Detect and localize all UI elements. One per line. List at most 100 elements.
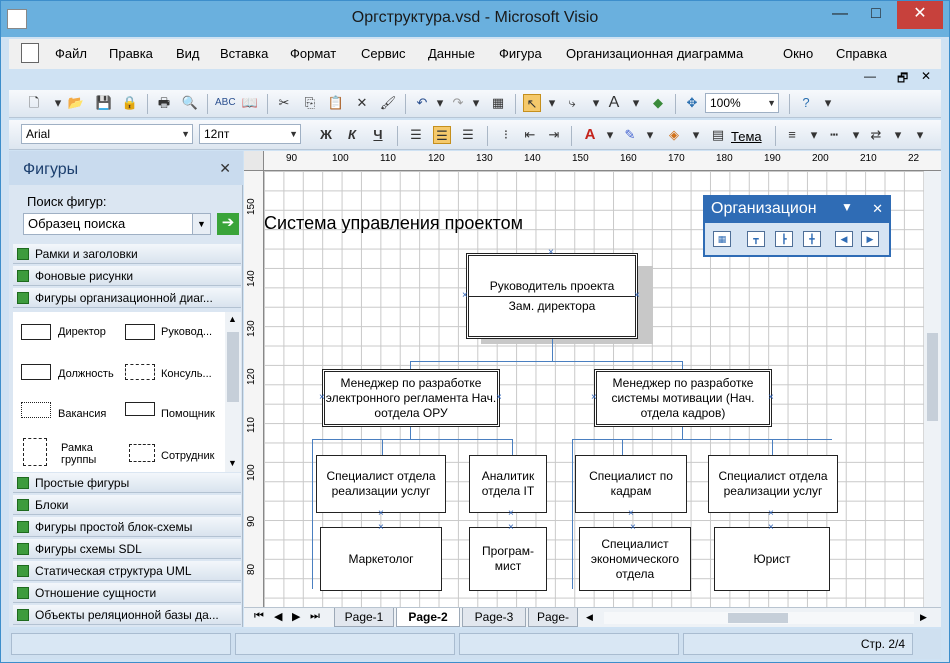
horizontal-scrollbar[interactable]: [604, 612, 914, 624]
align-center-icon[interactable]: ☰: [433, 126, 451, 144]
org-toolbar-titlebar[interactable]: Организацион ▼ ✕: [705, 197, 889, 223]
staff-shape-icon[interactable]: [129, 444, 155, 462]
connector-tool-icon[interactable]: ⤷: [563, 94, 581, 112]
prev-page-icon[interactable]: ◀: [274, 610, 282, 623]
search-shapes-input[interactable]: Образец поиска ▼: [23, 213, 211, 235]
scroll-right-icon[interactable]: ▶: [920, 612, 927, 623]
vertical-ruler[interactable]: 150 140 130 120 110 100 90 80: [244, 171, 264, 607]
format-painter-icon[interactable]: 🖌: [379, 94, 397, 112]
org-box-staff[interactable]: Аналитик отдела IT: [469, 455, 547, 513]
line-ends-icon[interactable]: ⇄: [867, 126, 885, 144]
diagram-title[interactable]: Система управления проектом: [264, 213, 523, 234]
connector-dropdown-icon[interactable]: ▾: [587, 94, 605, 112]
print-preview-icon[interactable]: 🔍: [181, 94, 199, 112]
tab-page-2[interactable]: Page-2: [396, 608, 460, 627]
stencil-backgrounds[interactable]: Фоновые рисунки: [13, 266, 241, 286]
stencil-basic-shapes[interactable]: Простые фигуры: [13, 473, 241, 493]
org-box-staff[interactable]: Юрист: [714, 527, 830, 591]
stencil-database-objects[interactable]: Объекты реляционной базы да...: [13, 605, 241, 625]
save-icon[interactable]: 💾: [95, 94, 113, 112]
bullets-icon[interactable]: ⁝: [497, 126, 515, 144]
doc-minimize-button[interactable]: —: [864, 69, 876, 83]
bold-button[interactable]: Ж: [317, 126, 335, 144]
layout-icon[interactable]: ▦: [713, 231, 731, 247]
pointer-tool-icon[interactable]: ↖: [523, 94, 541, 112]
paste-icon[interactable]: 📋: [327, 94, 345, 112]
text-tool-icon[interactable]: A: [605, 94, 623, 112]
stencil-uml-static[interactable]: Статическая структура UML: [13, 561, 241, 581]
new-dropdown-icon[interactable]: ▾: [49, 94, 67, 112]
search-go-button[interactable]: ➔: [217, 213, 239, 235]
document-icon[interactable]: [21, 43, 39, 63]
assistant-shape-icon[interactable]: [125, 402, 155, 416]
increase-indent-icon[interactable]: ⇥: [545, 126, 563, 144]
spelling-icon[interactable]: ABC: [215, 94, 236, 112]
pan-zoom-icon[interactable]: ✥: [683, 94, 701, 112]
position-shape-icon[interactable]: [21, 364, 51, 380]
zoom-combo[interactable]: 100% ▼: [705, 93, 779, 113]
org-box-staff[interactable]: Специалист экономического отдела: [579, 527, 691, 591]
horizontal-layout-icon[interactable]: ┳: [747, 231, 765, 247]
next-page-icon[interactable]: ▶: [292, 610, 300, 623]
chevron-down-icon[interactable]: ▼: [228, 458, 237, 468]
menu-org-chart[interactable]: Организационная диаграмма: [566, 46, 743, 61]
manager-shape-icon[interactable]: [125, 324, 155, 340]
scrollbar-thumb[interactable]: [728, 613, 788, 623]
move-left-icon[interactable]: ◀: [835, 231, 853, 247]
vertical-layout-icon[interactable]: ┣: [775, 231, 793, 247]
italic-button[interactable]: К: [343, 126, 361, 144]
last-page-icon[interactable]: ⏭: [310, 610, 320, 623]
chevron-down-icon[interactable]: ▼: [192, 214, 210, 234]
stamp-tool-icon[interactable]: ◆: [649, 94, 667, 112]
side-by-side-layout-icon[interactable]: ╋: [803, 231, 821, 247]
undo-dropdown-icon[interactable]: ▾: [431, 94, 449, 112]
permission-icon[interactable]: 🔒: [121, 94, 139, 112]
doc-close-button[interactable]: ✕: [921, 69, 931, 83]
print-icon[interactable]: 🖶: [155, 94, 173, 112]
font-color-dropdown-icon[interactable]: ▾: [601, 126, 619, 144]
maximize-button[interactable]: □: [859, 1, 893, 29]
menu-data[interactable]: Данные: [428, 46, 475, 61]
open-icon[interactable]: 📂: [67, 94, 85, 112]
line-weight-dropdown-icon[interactable]: ▾: [805, 126, 823, 144]
close-icon[interactable]: ✕: [219, 160, 231, 177]
tab-page-3[interactable]: Page-3: [462, 608, 526, 627]
cut-icon[interactable]: ✂: [275, 94, 293, 112]
close-button[interactable]: ✕: [897, 1, 943, 29]
text-dropdown-icon[interactable]: ▾: [627, 94, 645, 112]
undo-icon[interactable]: ↶: [413, 94, 431, 112]
decrease-indent-icon[interactable]: ⇤: [521, 126, 539, 144]
line-pattern-icon[interactable]: ┅: [825, 126, 843, 144]
horizontal-ruler[interactable]: 90 100 110 120 130 140 150 160 170 180 1…: [264, 151, 941, 171]
org-box-staff[interactable]: Специалист по кадрам: [575, 455, 687, 513]
fill-color-dropdown-icon[interactable]: ▾: [687, 126, 705, 144]
minimize-button[interactable]: —: [823, 1, 857, 29]
stencil-frames-titles[interactable]: Рамки и заголовки: [13, 244, 241, 264]
scroll-left-icon[interactable]: ◀: [586, 612, 593, 623]
org-box-project-manager[interactable]: Руководитель проекта Зам. директора: [466, 253, 638, 339]
first-page-icon[interactable]: ⏮: [254, 610, 264, 623]
org-box-staff[interactable]: Маркетолог: [320, 527, 442, 591]
tab-page-1[interactable]: Page-1: [334, 608, 394, 627]
chevron-down-icon[interactable]: ▼: [841, 200, 853, 214]
font-combo[interactable]: Arial ▼: [21, 124, 193, 144]
line-color-icon[interactable]: ✎: [621, 126, 639, 144]
tab-page-4[interactable]: Page-: [528, 608, 578, 627]
toolbar-options-icon[interactable]: ▾: [819, 94, 837, 112]
research-icon[interactable]: 📖: [241, 94, 259, 112]
org-box-manager-motivation[interactable]: Менеджер по разработке системы мотивации…: [594, 369, 772, 427]
executive-shape-icon[interactable]: [21, 324, 51, 340]
org-box-staff[interactable]: Специалист отдела реализации услуг: [316, 455, 446, 513]
delete-icon[interactable]: ✕: [353, 94, 371, 112]
line-ends-dropdown-icon[interactable]: ▾: [889, 126, 907, 144]
font-size-combo[interactable]: 12пт ▼: [199, 124, 301, 144]
consultant-shape-icon[interactable]: [125, 364, 155, 380]
vacancy-shape-icon[interactable]: [21, 402, 51, 418]
org-box-staff[interactable]: Програм-мист: [469, 527, 547, 591]
align-left-icon[interactable]: ☰: [407, 126, 425, 144]
toolbar-options-icon[interactable]: ▾: [911, 126, 929, 144]
help-icon[interactable]: ?: [797, 94, 815, 112]
copy-icon[interactable]: ⎘: [301, 94, 319, 112]
redo-dropdown-icon[interactable]: ▾: [467, 94, 485, 112]
line-weight-icon[interactable]: ≡: [783, 126, 801, 144]
